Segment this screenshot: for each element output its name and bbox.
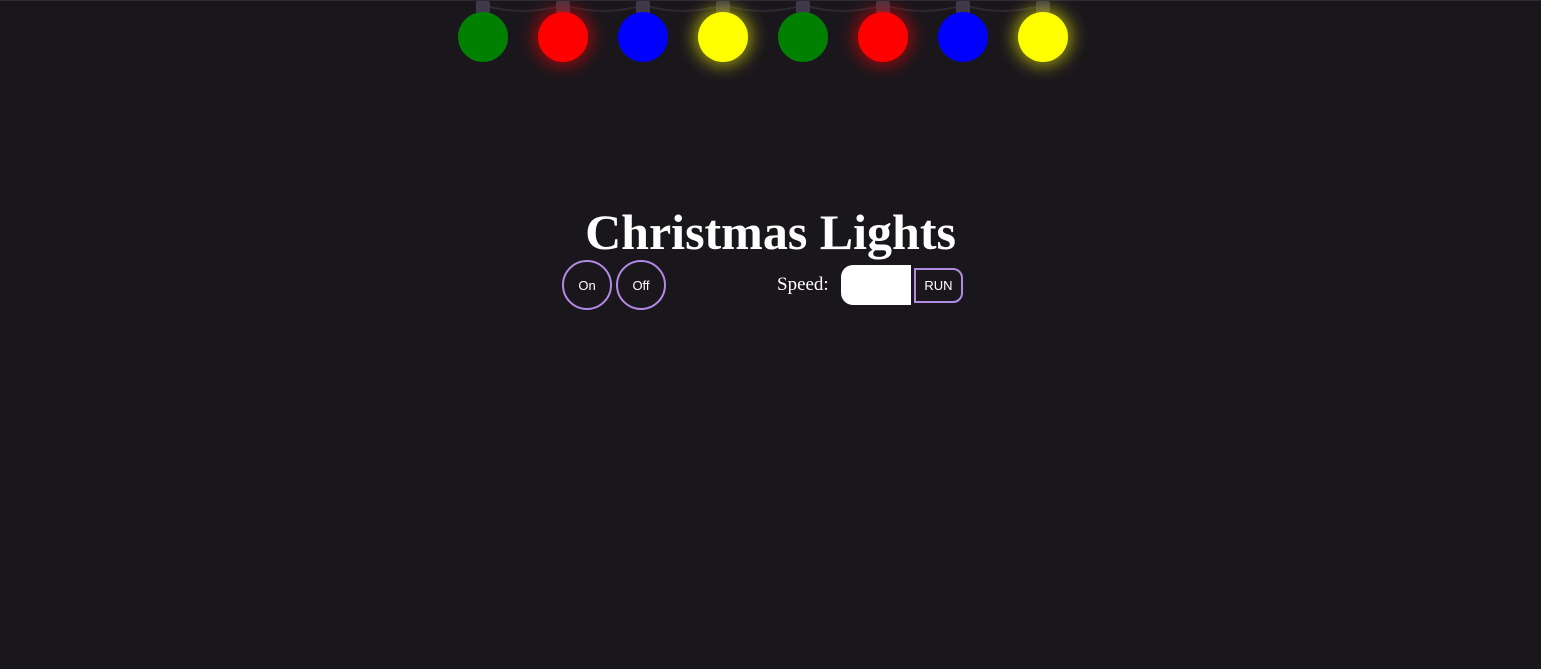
bulb-icon [938,12,988,62]
bulb-icon [618,12,668,62]
page-title: Christmas Lights [585,204,956,260]
page: Christmas Lights On Off Speed: RUN [0,0,1541,669]
off-button[interactable]: Off [616,260,666,310]
light-8 [1018,1,1068,63]
light-5 [778,1,828,63]
bulb-icon [698,12,748,62]
light-6 [858,1,908,63]
bulb-icon [458,12,508,62]
bulb-icon [778,12,828,62]
light-7 [938,1,988,63]
bulb-icon [538,12,588,62]
bulb-icon [858,12,908,62]
light-3 [618,1,668,63]
light-string [458,1,1068,63]
light-2 [538,1,588,63]
speed-input[interactable] [841,265,911,305]
bulb-icon [1018,12,1068,62]
on-button[interactable]: On [562,260,612,310]
run-button[interactable]: RUN [914,268,963,303]
light-4 [698,1,748,63]
light-1 [458,1,508,63]
speed-label: Speed: [777,274,829,295]
